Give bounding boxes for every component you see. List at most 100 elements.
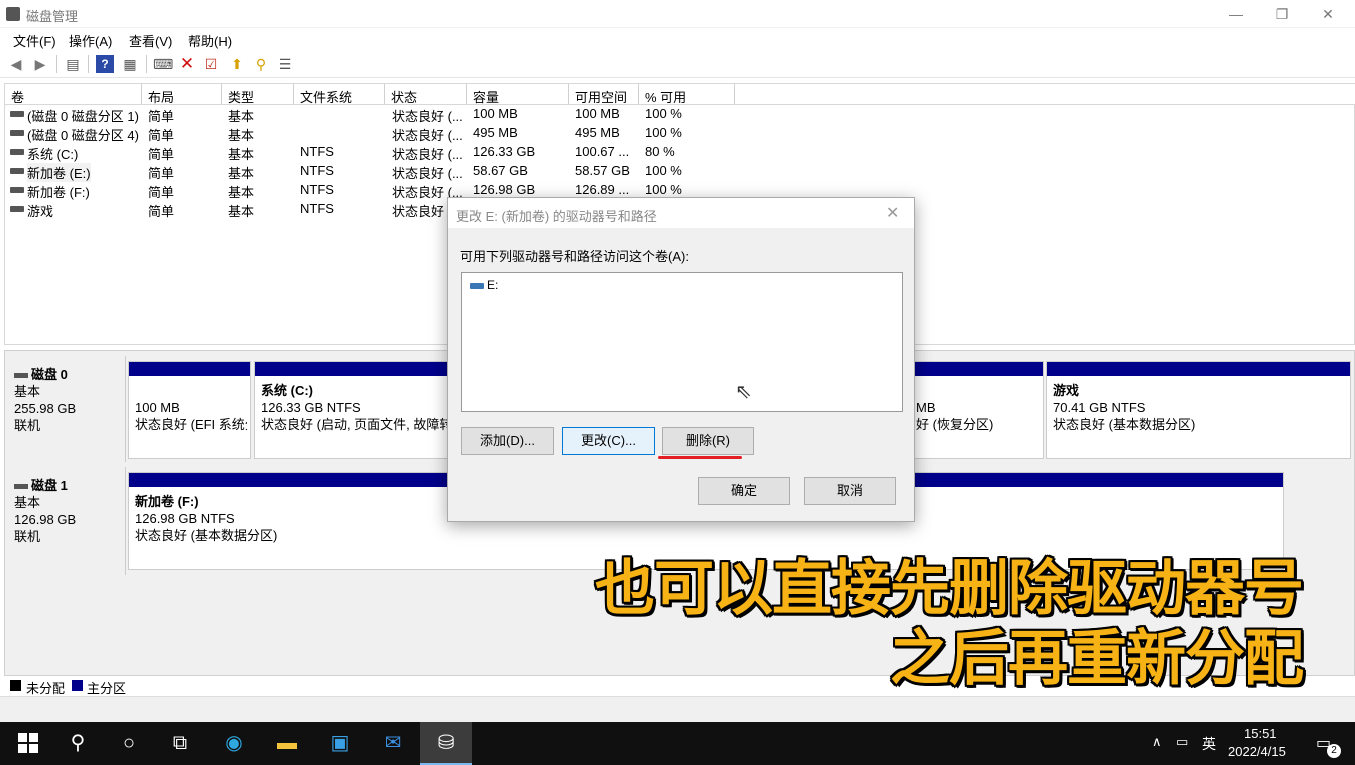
drive-icon — [470, 283, 484, 289]
primary-swatch — [72, 680, 83, 691]
cortana-icon[interactable]: ○ — [103, 722, 155, 765]
cell-layout: 简单 — [148, 166, 175, 181]
table-row[interactable]: (磁盘 0 磁盘分区 1) 简单 基本 状态良好 (... 100 MB 100… — [5, 105, 705, 124]
column-header-filler — [735, 84, 1355, 105]
partition-efi[interactable]: 100 MB 状态良好 (EFI 系统分 — [128, 361, 251, 459]
drive-icon — [10, 130, 24, 136]
cell-layout: 简单 — [148, 109, 175, 124]
arrow-right-icon[interactable]: ▶ — [31, 55, 49, 73]
battery-icon[interactable]: ▭ — [1176, 734, 1188, 750]
clock-date[interactable]: 2022/4/15 — [1228, 744, 1286, 759]
cell-capacity: 126.98 GB — [473, 182, 536, 197]
delete-icon[interactable]: ✕ — [178, 55, 196, 73]
partition-title: 游戏 — [1053, 383, 1080, 398]
menu-action[interactable]: 操作(A) — [69, 31, 112, 50]
disk-0-header[interactable]: 磁盘 0 基本 255.98 GB 联机 — [5, 356, 126, 462]
toolbar-separator — [88, 55, 89, 73]
properties-icon[interactable]: ▤ — [64, 55, 82, 73]
cancel-button[interactable]: 取消 — [804, 477, 896, 505]
search-icon[interactable]: ⚲ — [252, 55, 270, 73]
cell-type: 基本 — [228, 204, 255, 219]
cell-status: 状态良好 (... — [392, 166, 463, 181]
column-header-layout[interactable]: 布局 — [142, 84, 222, 105]
store-icon[interactable]: ▣ — [314, 722, 366, 765]
close-button[interactable]: ✕ — [1305, 0, 1351, 28]
cell-type: 基本 — [228, 128, 255, 143]
mouse-cursor-icon: ⇖ — [735, 381, 752, 403]
mail-icon[interactable]: ✉ — [367, 722, 419, 765]
title-bar: 磁盘管理 — ❐ ✕ — [0, 0, 1355, 28]
partition-bar — [255, 362, 449, 376]
column-header-volume[interactable]: 卷 — [5, 84, 142, 105]
menu-file[interactable]: 文件(F) — [13, 31, 56, 50]
cell-volume: 新加卷 (E:) — [27, 163, 91, 182]
cell-percent: 100 % — [645, 125, 682, 140]
ime-indicator[interactable]: 英 — [1202, 734, 1216, 754]
column-header-capacity[interactable]: 容量 — [467, 84, 569, 105]
list-icon[interactable]: ☰ — [276, 55, 294, 73]
column-header-status[interactable]: 状态 — [385, 84, 467, 105]
import-icon[interactable]: ⬆ — [228, 55, 246, 73]
cell-percent: 100 % — [645, 106, 682, 121]
check-icon[interactable]: ☑ — [202, 55, 220, 73]
partition-info: 新加卷 (F:) 126.98 GB NTFS 状态良好 (基本数据分区) — [135, 493, 435, 544]
column-header-percent[interactable]: % 可用 — [639, 84, 735, 105]
drive-path-list[interactable]: E: ⇖ — [461, 272, 903, 412]
cell-status: 状态良好 (... — [392, 147, 463, 162]
notification-count: 2 — [1327, 744, 1341, 758]
dialog-title-bar: 更改 E: (新加卷) 的驱动器号和路径 ✕ — [448, 198, 914, 228]
cell-type: 基本 — [228, 109, 255, 124]
file-explorer-icon[interactable]: ▬ — [261, 722, 313, 765]
cell-free: 100 MB — [575, 106, 620, 121]
partition-title: 新加卷 (F:) — [135, 494, 199, 509]
change-button[interactable]: 更改(C)... — [562, 427, 655, 455]
search-icon[interactable]: ⚲ — [52, 722, 104, 765]
cell-status: 状态良好 (... — [392, 128, 463, 143]
partition-games[interactable]: 游戏 70.41 GB NTFS 状态良好 (基本数据分区) — [1046, 361, 1351, 459]
drive-path-entry[interactable]: E: — [487, 278, 498, 292]
partition-info: 100 MB 状态良好 (EFI 系统分 — [135, 382, 247, 433]
partition-title: 系统 (C:) — [261, 383, 313, 398]
ok-button[interactable]: 确定 — [698, 477, 790, 505]
partition-size: 126.33 GB NTFS — [261, 400, 361, 415]
cell-layout: 简单 — [148, 128, 175, 143]
clock-time[interactable]: 15:51 — [1244, 726, 1277, 741]
partition-info: 游戏 70.41 GB NTFS 状态良好 (基本数据分区) — [1053, 382, 1343, 433]
cell-volume: (磁盘 0 磁盘分区 1) — [27, 109, 139, 124]
table-row[interactable]: (磁盘 0 磁盘分区 4) 简单 基本 状态良好 (... 495 MB 495… — [5, 124, 705, 143]
disk-icon — [14, 484, 28, 490]
partition-bar — [914, 362, 1043, 376]
connect-icon[interactable]: ⌨ — [153, 55, 173, 73]
help-icon[interactable]: ? — [96, 55, 114, 73]
status-bar — [0, 696, 1355, 722]
edge-icon[interactable]: ◉ — [208, 722, 260, 765]
dialog-close-icon[interactable]: ✕ — [886, 203, 899, 223]
maximize-button[interactable]: ❐ — [1259, 0, 1305, 28]
column-header-free[interactable]: 可用空间 — [569, 84, 639, 105]
drive-icon — [10, 206, 24, 212]
cell-status: 状态良好 (... — [392, 109, 463, 124]
column-header-filesystem[interactable]: 文件系统 — [294, 84, 385, 105]
menu-help[interactable]: 帮助(H) — [188, 31, 232, 50]
windows-start-icon[interactable] — [2, 722, 54, 765]
partition-system-c[interactable]: 系统 (C:) 126.33 GB NTFS 状态良好 (启动, 页面文件, 故… — [254, 361, 450, 459]
show-hidden-icons-icon[interactable]: ∧ — [1152, 734, 1162, 750]
disk-1-header[interactable]: 磁盘 1 基本 126.98 GB 联机 — [5, 467, 126, 575]
task-view-icon[interactable]: ⧉ — [154, 722, 206, 765]
partition-title — [135, 382, 247, 399]
partition-status: 状态良好 (EFI 系统分 — [135, 417, 247, 432]
disk-management-icon[interactable]: ⛁ — [420, 722, 472, 765]
disk-1-type: 基本 — [14, 495, 41, 510]
partition-recovery[interactable]: MB 好 (恢复分区) — [913, 361, 1044, 459]
taskbar: ⚲ ○ ⧉ ◉ ▬ ▣ ✉ ⛁ ∧ ▭ 英 15:51 2022/4/15 ▭ … — [0, 722, 1355, 765]
arrow-left-icon[interactable]: ◀ — [7, 55, 25, 73]
view-icon[interactable]: ▦ — [121, 55, 139, 73]
minimize-button[interactable]: — — [1213, 0, 1259, 28]
menu-view[interactable]: 查看(V) — [129, 31, 172, 50]
table-row[interactable]: 系统 (C:) 简单 基本 NTFS 状态良好 (... 126.33 GB 1… — [5, 143, 705, 162]
disk-0-size: 255.98 GB — [14, 401, 77, 416]
add-button[interactable]: 添加(D)... — [461, 427, 554, 455]
remove-button[interactable]: 删除(R) — [662, 427, 754, 455]
table-row[interactable]: 新加卷 (E:) 简单 基本 NTFS 状态良好 (... 58.67 GB 5… — [5, 162, 705, 182]
column-header-type[interactable]: 类型 — [222, 84, 294, 105]
